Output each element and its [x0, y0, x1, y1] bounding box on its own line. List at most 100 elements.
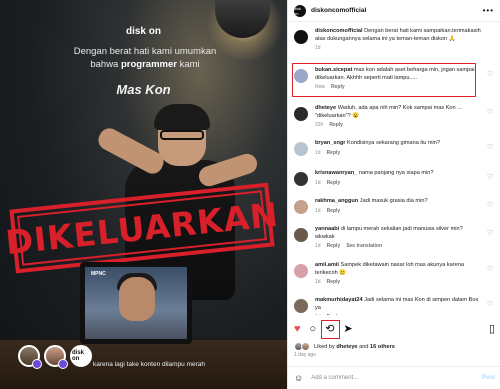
comment-time: 1d — [315, 149, 321, 156]
avatar[interactable] — [294, 264, 308, 278]
avatar[interactable] — [44, 345, 68, 369]
badge-icon — [58, 359, 68, 369]
comment-username[interactable]: makmurhidayat24 — [315, 297, 363, 303]
comment-like-icon[interactable]: ♡ — [487, 71, 494, 78]
comment-time: 22h — [315, 122, 324, 129]
save-icon[interactable]: ▯ — [489, 323, 495, 335]
comment-body: dheteye Waduh, ada apa nih min? Kok samp… — [315, 105, 496, 128]
comment-text: amii.amii Sampek diketawain nasar loh ma… — [315, 262, 482, 277]
laptop-screen: MPNC — [85, 267, 187, 339]
avatar[interactable] — [294, 172, 308, 186]
comment-text: yannaabi di lampu merah sekalian jadi ma… — [315, 226, 482, 241]
reply-button[interactable]: Reply — [327, 279, 341, 285]
comment-username[interactable]: dheteye — [315, 105, 336, 111]
post-time-ago: 1 day ago — [294, 352, 316, 358]
comment-meta: 1d Reply See translation — [315, 243, 482, 249]
avatar[interactable]: disk on — [294, 4, 306, 17]
action-bar: ♥ ○ ⟲ ➤ ▯ — [288, 318, 500, 340]
comment-body: bryan_sngr Kondisinya sekarang gimana it… — [315, 140, 496, 156]
headline-line2-a: bahwa — [90, 59, 119, 70]
comment-body: yannaabi di lampu merah sekalian jadi ma… — [315, 226, 496, 249]
comment-like-icon[interactable]: ♡ — [487, 301, 494, 308]
comment-like-icon[interactable]: ♡ — [487, 109, 494, 116]
comment-row: dheteye Waduh, ada apa nih min? Kok samp… — [294, 105, 496, 128]
reply-button[interactable]: Reply — [327, 150, 341, 156]
comment-username[interactable]: diskoncomofficial — [315, 28, 363, 34]
comment-icon[interactable]: ○ — [310, 323, 317, 335]
laptop: MPNC — [80, 262, 192, 344]
comment-content: Waduh, ada apa nih min? Kok sampai mas K… — [315, 105, 462, 119]
post-headline: Dengan berat hati kami umumkan bahwa pro… — [30, 45, 260, 71]
comment-like-icon[interactable]: ♡ — [487, 144, 494, 151]
avatar[interactable] — [294, 200, 308, 214]
comment-body: diskoncomofficial Dengan berat hati kami… — [315, 28, 496, 51]
screen-person-face — [119, 277, 155, 321]
comment-like-icon[interactable]: ♡ — [487, 202, 494, 209]
headline-bold: programmer — [120, 59, 177, 70]
comment-username[interactable]: krisnawanryan_ — [315, 170, 357, 176]
comment-like-icon[interactable]: ♡ — [487, 230, 494, 237]
avatar[interactable] — [294, 228, 308, 242]
comment-row: makmurhidayat24 Jadi selama ini mas Kon … — [294, 297, 496, 315]
comment-meta: 1d Reply — [315, 314, 482, 315]
comment-time: 1d — [315, 45, 321, 52]
see-translation-button[interactable]: See translation — [346, 243, 382, 249]
post-button[interactable]: Post — [482, 375, 495, 381]
share-icon[interactable]: ➤ — [343, 323, 352, 335]
avatar[interactable] — [294, 142, 308, 156]
comment-like-icon[interactable]: ♡ — [487, 174, 494, 181]
reply-button[interactable]: Reply — [327, 208, 341, 214]
comment-row: bryan_sngr Kondisinya sekarang gimana it… — [294, 140, 496, 156]
comment-content: Jadi masuk grasia dia min? — [359, 198, 428, 204]
headline-line1: Dengan berat hati kami umumkan — [73, 46, 217, 57]
post-image[interactable]: disk on Dengan berat hati kami umumkan b… — [0, 0, 287, 389]
likes-user[interactable]: dheteye — [336, 344, 357, 350]
comment-like-icon[interactable]: ♡ — [487, 266, 494, 273]
hair — [154, 104, 210, 130]
likes-others[interactable]: 16 others — [370, 344, 395, 350]
instagram-post-view: disk on Dengan berat hati kami umumkan b… — [0, 0, 500, 389]
comment-text: diskoncomofficial Dengan berat hati kami… — [315, 28, 482, 43]
laptop-screen-logo: MPNC — [91, 271, 106, 277]
comment-meta: 1d Reply — [315, 180, 482, 186]
comment-row: amii.amii Sampek diketawain nasar loh ma… — [294, 262, 496, 285]
comment-content: Kondisinya sekarang gimana itu min? — [347, 140, 441, 146]
post-name: Mas Kon — [116, 82, 171, 97]
glasses — [160, 130, 204, 140]
avatar-logo[interactable]: disk on — [70, 345, 92, 367]
caption-comment: diskoncomofficial Dengan berat hati kami… — [294, 28, 496, 51]
comment-username[interactable]: amii.amii — [315, 262, 339, 268]
comment-body: krisnawanryan_ nama panjang nya siapa mi… — [315, 170, 496, 186]
comment-text: rakhma_anggun Jadi masuk grasia dia min? — [315, 198, 482, 206]
comment-input[interactable]: Add a comment... — [311, 375, 482, 381]
emoji-icon[interactable]: ☺ — [294, 373, 303, 383]
comment-content: nama panjang nya siapa min? — [358, 170, 434, 176]
likes-conj: and — [359, 343, 369, 350]
panel-header: disk on diskoncomofficial ••• — [288, 0, 500, 22]
avatar[interactable] — [294, 30, 308, 44]
avatar[interactable] — [294, 299, 308, 313]
comment-row: rakhma_anggun Jadi masuk grasia dia min?… — [294, 198, 496, 214]
header-username[interactable]: diskoncomofficial — [311, 7, 483, 14]
arm-left — [94, 124, 168, 178]
post-brand-logo: disk on — [125, 26, 161, 37]
more-options-icon[interactable]: ••• — [483, 6, 494, 15]
comment-username[interactable]: yannaabi — [315, 226, 339, 232]
comments-panel: disk on diskoncomofficial ••• diskoncomo… — [287, 0, 500, 389]
comment-text: dheteye Waduh, ada apa nih min? Kok samp… — [315, 105, 482, 120]
repost-icon[interactable]: ⟲ — [321, 319, 341, 339]
badge-icon — [32, 359, 42, 369]
reply-button[interactable]: Reply — [327, 180, 341, 186]
like-icon[interactable]: ♥ — [294, 323, 301, 335]
comment-username[interactable]: bryan_sngr — [315, 140, 345, 146]
avatar[interactable] — [18, 345, 42, 369]
repost-highlight-box — [321, 319, 341, 339]
add-comment-bar: ☺ Add a comment... Post — [288, 366, 500, 389]
comment-list: diskoncomofficial Dengan berat hati kami… — [288, 22, 500, 315]
comment-username[interactable]: rakhma_anggun — [315, 198, 358, 204]
avatar[interactable] — [294, 107, 308, 121]
comment-body: rakhma_anggun Jadi masuk grasia dia min?… — [315, 198, 496, 214]
reply-button[interactable]: Reply — [329, 122, 343, 128]
reply-button[interactable]: Reply — [327, 243, 341, 249]
reply-button[interactable]: Reply — [327, 314, 341, 315]
